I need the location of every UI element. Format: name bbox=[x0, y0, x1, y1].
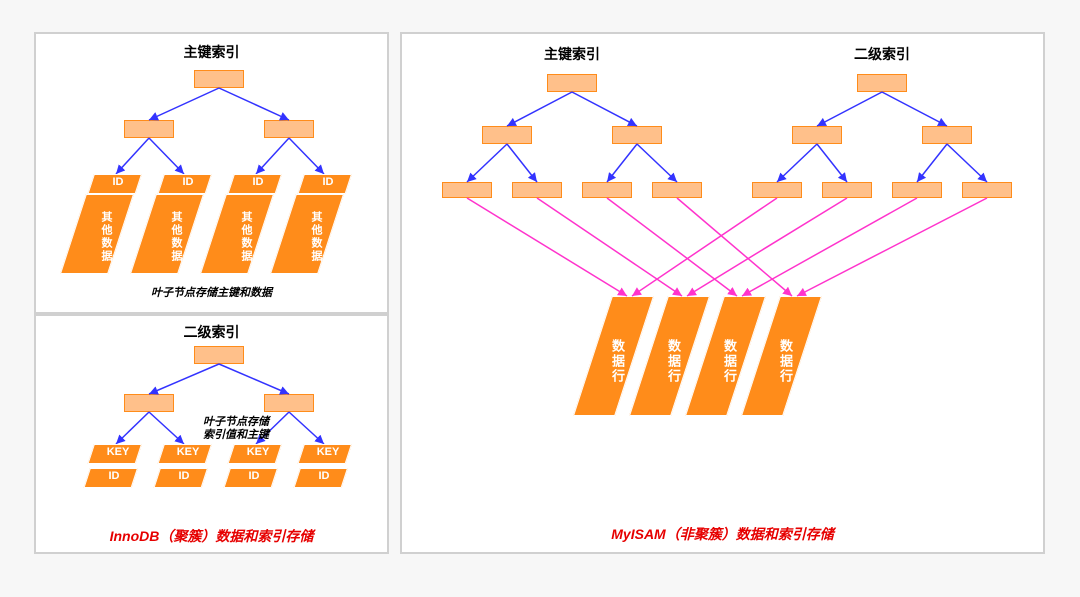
myisam-panel: 主键索引 二级索引 数据行 数据行 数据行 数据行 bbox=[400, 32, 1045, 554]
tree-node bbox=[124, 120, 174, 138]
leaf-key-label: KEY bbox=[168, 446, 208, 458]
innodb-primary-title: 主键索引 bbox=[36, 42, 387, 62]
leaf-id-label: ID bbox=[164, 470, 204, 482]
tree-node bbox=[922, 126, 972, 144]
data-row-label: 数据行 bbox=[608, 316, 627, 406]
note-line: 索引值和主键 bbox=[203, 429, 269, 441]
innodb-secondary-title: 二级索引 bbox=[36, 322, 387, 342]
leaf-data-label: 其他数据 bbox=[98, 202, 114, 272]
leaf-node bbox=[892, 182, 942, 198]
leaf-id-label: ID bbox=[304, 470, 344, 482]
data-row-label: 数据行 bbox=[720, 316, 739, 406]
tree-node bbox=[482, 126, 532, 144]
leaf-data-label: 其他数据 bbox=[238, 202, 254, 272]
innodb-secondary-note: 叶子节点存储 索引值和主键 bbox=[181, 416, 291, 442]
myisam-primary-title: 主键索引 bbox=[492, 44, 652, 64]
tree-node bbox=[194, 70, 244, 88]
tree-node bbox=[194, 346, 244, 364]
myisam-arrows bbox=[402, 34, 1043, 552]
leaf-data-label: 其他数据 bbox=[308, 202, 324, 272]
myisam-caption: MyISAM（非聚簇）数据和索引存储 bbox=[402, 524, 1043, 544]
leaf-id-label: ID bbox=[234, 470, 274, 482]
leaf-node bbox=[512, 182, 562, 198]
tree-node bbox=[857, 74, 907, 92]
data-row-label: 数据行 bbox=[664, 316, 683, 406]
leaf-id-label: ID bbox=[240, 176, 276, 188]
innodb-secondary-panel: 二级索引 叶子节点存储 索引值和主键 KEY ID KEY ID KEY bbox=[34, 314, 389, 554]
tree-node bbox=[264, 120, 314, 138]
tree-node bbox=[124, 394, 174, 412]
leaf-key-label: KEY bbox=[98, 446, 138, 458]
leaf-id-label: ID bbox=[94, 470, 134, 482]
tree-node bbox=[264, 394, 314, 412]
innodb-caption: InnoDB（聚簇）数据和索引存储 bbox=[36, 526, 387, 546]
leaf-id-label: ID bbox=[100, 176, 136, 188]
leaf-id-label: ID bbox=[310, 176, 346, 188]
innodb-primary-panel: 主键索引 ID 其他数据 ID 其他数据 ID 其他数据 bbox=[34, 32, 389, 314]
leaf-key-label: KEY bbox=[238, 446, 278, 458]
leaf-data-label: 其他数据 bbox=[168, 202, 184, 272]
leaf-node bbox=[752, 182, 802, 198]
leaf-id-label: ID bbox=[170, 176, 206, 188]
leaf-node bbox=[582, 182, 632, 198]
leaf-node bbox=[652, 182, 702, 198]
leaf-key-label: KEY bbox=[308, 446, 348, 458]
tree-node bbox=[612, 126, 662, 144]
tree-node bbox=[792, 126, 842, 144]
data-row-label: 数据行 bbox=[776, 316, 795, 406]
tree-node bbox=[547, 74, 597, 92]
note-line: 叶子节点存储 bbox=[203, 416, 269, 428]
leaf-node bbox=[962, 182, 1012, 198]
leaf-node bbox=[822, 182, 872, 198]
innodb-primary-note: 叶子节点存储主键和数据 bbox=[36, 284, 387, 300]
myisam-secondary-title: 二级索引 bbox=[802, 44, 962, 64]
leaf-node bbox=[442, 182, 492, 198]
